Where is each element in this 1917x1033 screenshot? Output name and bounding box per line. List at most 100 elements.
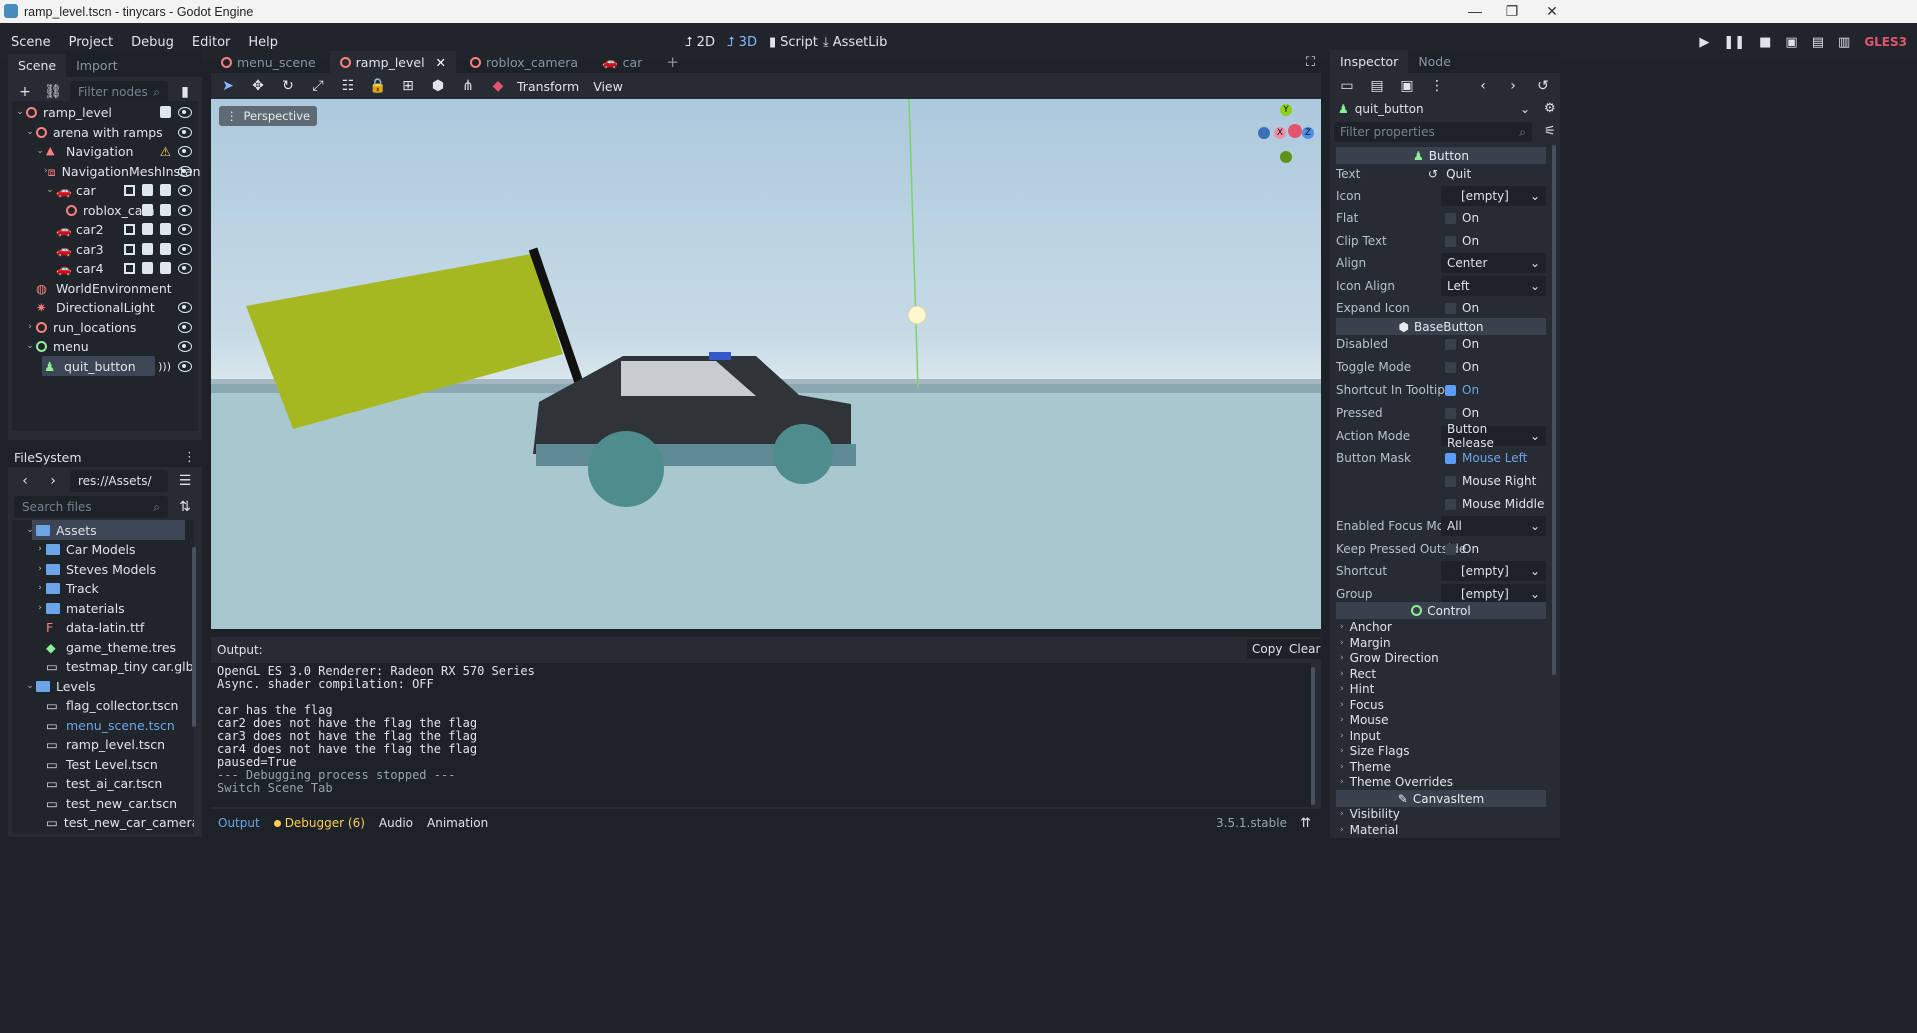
instance-icon[interactable] [124, 243, 135, 255]
gizmo-negy-icon[interactable] [1280, 151, 1292, 163]
gizmo-x-icon[interactable] [1288, 124, 1302, 138]
clapper-icon[interactable] [142, 262, 153, 274]
tab-import[interactable]: Import [66, 54, 128, 77]
pressed-checkbox[interactable]: On [1441, 403, 1546, 423]
visibility-icon[interactable] [178, 224, 192, 235]
sort-icon[interactable]: ⇅ [174, 496, 196, 518]
toggle-mode-checkbox[interactable]: On [1441, 357, 1546, 377]
axis-gizmo[interactable]: Y X Z [1256, 104, 1316, 164]
revert-icon[interactable]: ↺ [1428, 167, 1438, 181]
menu-debug[interactable]: Debug [122, 35, 183, 50]
scene-tab-car[interactable]: 🚗 car [592, 50, 652, 74]
object-menu-icon[interactable]: ⚙ [1544, 101, 1556, 116]
group-anchor[interactable]: › Anchor [1340, 620, 1392, 634]
distraction-free-icon[interactable]: ⛶ [1306, 55, 1315, 70]
visibility-icon[interactable] [178, 361, 192, 372]
move-tool-icon[interactable]: ✥ [247, 75, 269, 97]
group-focus[interactable]: › Focus [1340, 698, 1384, 712]
group-visibility[interactable]: › Visibility [1340, 807, 1400, 821]
visibility-icon[interactable] [178, 127, 192, 138]
copy-button[interactable]: Copy [1247, 639, 1288, 659]
group-input[interactable]: › Input [1340, 729, 1381, 743]
script-icon[interactable] [160, 106, 171, 118]
file-item[interactable]: ▭ Test Level.tscn [12, 754, 194, 774]
dock-menu-icon[interactable]: ⋮ [183, 450, 196, 465]
file-item[interactable]: ▭ menu_scene.tscn [12, 715, 194, 735]
file-item[interactable]: › Car Models [12, 539, 194, 559]
renderer-select[interactable]: GLES3 [1864, 35, 1907, 49]
file-item[interactable]: ⌄ Assets [12, 520, 194, 540]
debugger-tab[interactable]: Debugger (6) [273, 816, 365, 830]
visibility-icon[interactable] [178, 205, 192, 216]
file-item[interactable]: ▭ ramp_level.tscn [12, 734, 194, 754]
group-hint[interactable]: › Hint [1340, 682, 1374, 696]
flat-checkbox[interactable]: On [1441, 208, 1546, 228]
action-mode-select[interactable]: Button Release ⌄ [1441, 422, 1546, 450]
tree-node-ramp_level[interactable]: ⌄ ramp_level [12, 102, 198, 122]
movie-icon[interactable]: ▥ [1838, 35, 1850, 50]
visibility-icon[interactable] [178, 146, 192, 157]
expand-panel-icon[interactable]: ⇈ [1300, 816, 1311, 831]
file-item[interactable]: ▭ testmap_tiny car.glb [12, 656, 194, 676]
group-size-flags[interactable]: › Size Flags [1340, 744, 1410, 758]
expand-icon-checkbox[interactable]: On [1441, 298, 1546, 318]
transform-menu[interactable]: Transform [517, 79, 579, 94]
tree-node-quit_button[interactable]: ♟ quit_button))) [12, 356, 198, 376]
stop-icon[interactable]: ■ [1759, 35, 1771, 50]
group-material[interactable]: › Material [1340, 823, 1398, 837]
scene-tab-ramp[interactable]: ramp_level ✕ [329, 50, 457, 74]
filter-properties-input[interactable]: Filter properties ⌕ [1334, 122, 1532, 142]
shortcut-resource-picker[interactable]: [empty] ⌄ [1441, 561, 1546, 581]
add-node-icon[interactable]: + [14, 81, 36, 103]
animation-tab[interactable]: Animation [427, 816, 488, 830]
mouse-right-checkbox[interactable]: Mouse Right [1441, 471, 1546, 491]
section-button[interactable]: ♟ Button [1336, 147, 1546, 164]
forward-icon[interactable]: › [42, 470, 64, 492]
visibility-icon[interactable] [178, 322, 192, 333]
clapper-icon[interactable] [142, 223, 153, 235]
tree-node-arena[interactable]: ⌄ arena with ramps [12, 122, 198, 142]
output-scrollbar[interactable] [1311, 667, 1315, 805]
path-field[interactable]: res://Assets/ [70, 470, 168, 492]
focus-mode-select[interactable]: All ⌄ [1441, 516, 1546, 536]
group-rect[interactable]: › Rect [1340, 667, 1376, 681]
tab-node[interactable]: Node [1408, 50, 1461, 73]
file-item[interactable]: ▭ test_ai_car.tscn [12, 773, 194, 793]
visibility-icon[interactable] [178, 166, 192, 177]
tree-node-navigation[interactable]: ⌄ ▲ Navigation ⚠ [12, 141, 198, 161]
file-item[interactable]: › Steves Models [12, 559, 194, 579]
instance-icon[interactable] [124, 223, 135, 235]
tree-node-car4[interactable]: 🚗 car4 [12, 258, 198, 278]
file-item[interactable]: ⌄ Levels [12, 676, 194, 696]
tree-node-car[interactable]: ⌄ 🚗 car [12, 180, 198, 200]
file-item[interactable]: ▭ flag_collector.tscn [12, 695, 194, 715]
gizmo-negz-icon[interactable] [1258, 127, 1270, 139]
visibility-icon[interactable] [178, 185, 192, 196]
attach-script-icon[interactable]: ▮ [174, 81, 196, 103]
play-custom-scene-icon[interactable]: ▤ [1812, 35, 1824, 50]
view-menu[interactable]: View [593, 79, 623, 94]
scene-tab-menu[interactable]: menu_scene [211, 51, 326, 74]
section-control[interactable]: Control [1336, 602, 1546, 619]
script-icon[interactable] [160, 243, 171, 255]
tree-node-worldenvironment[interactable]: ◍ WorldEnvironment [12, 278, 198, 298]
tab-inspector[interactable]: Inspector [1330, 50, 1409, 73]
clapper-icon[interactable] [142, 184, 153, 196]
script-icon[interactable] [160, 223, 171, 235]
save-icon[interactable]: ▣ [1396, 75, 1418, 97]
add-tab-icon[interactable]: + [656, 49, 689, 75]
group-margin[interactable]: › Margin [1340, 636, 1391, 650]
file-scrollbar[interactable] [192, 547, 196, 727]
search-files-input[interactable]: Search files ⌕ [14, 496, 168, 518]
play-icon[interactable]: ▶ [1699, 35, 1709, 50]
signal-icon[interactable]: ))) [158, 360, 171, 373]
object-selector[interactable]: ♟ quit_button ⌄ [1334, 99, 1532, 119]
filter-nodes-input[interactable]: Filter nodes ⌕ [70, 81, 168, 103]
tab-scene[interactable]: Scene [8, 54, 67, 77]
clip-text-checkbox[interactable]: On [1441, 231, 1546, 251]
local-space-icon[interactable]: ⬢ [427, 75, 449, 97]
menu-help[interactable]: Help [239, 35, 287, 50]
script-icon[interactable] [160, 204, 171, 216]
play-scene-icon[interactable]: ▣ [1785, 35, 1797, 50]
snap-icon[interactable]: ⋔ [457, 75, 479, 97]
